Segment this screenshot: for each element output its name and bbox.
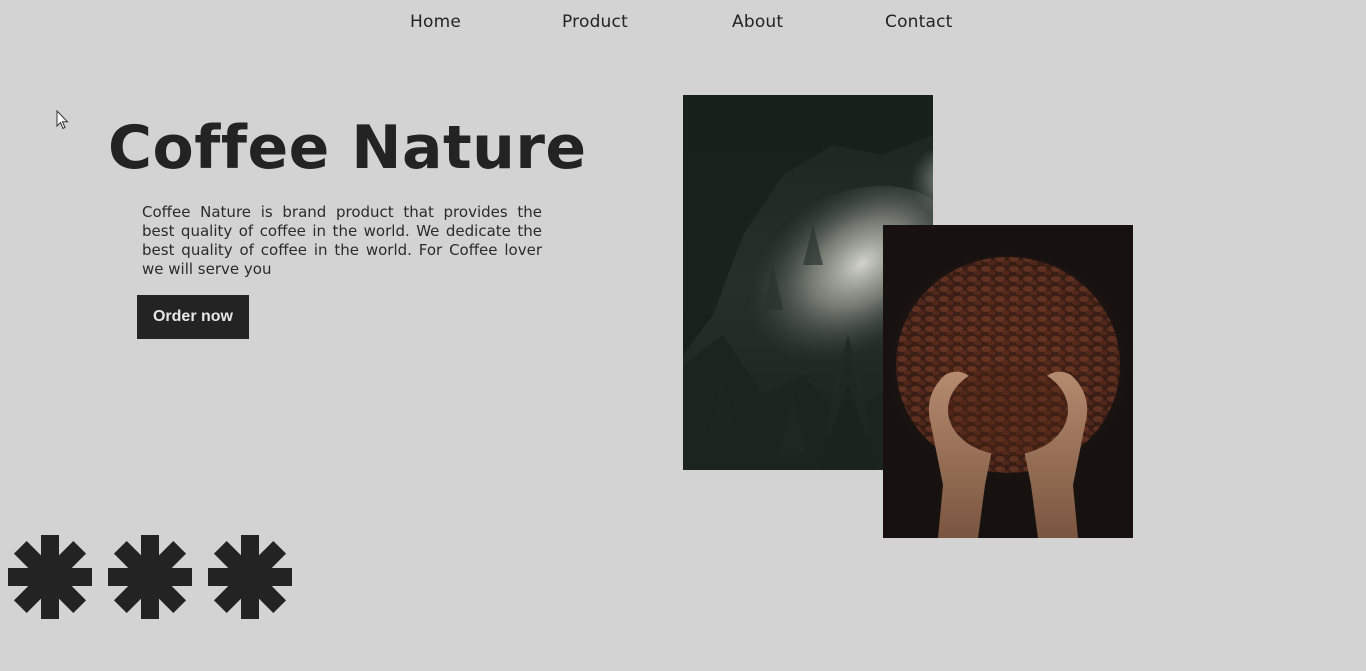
asterisk-icon xyxy=(208,535,292,619)
nav-contact-link[interactable]: Contact xyxy=(885,12,953,32)
hero-title: Coffee Nature xyxy=(108,113,587,183)
top-navigation: Home Product About Contact xyxy=(0,0,1366,46)
coffee-beans-image xyxy=(883,225,1133,538)
mouse-cursor-icon xyxy=(56,110,69,130)
order-now-button[interactable]: Order now xyxy=(137,295,249,339)
hero-description: Coffee Nature is brand product that prov… xyxy=(142,203,542,278)
nav-product-link[interactable]: Product xyxy=(562,12,628,32)
coffee-beans-in-hands-photo xyxy=(883,225,1133,538)
nav-about-link[interactable]: About xyxy=(732,12,783,32)
asterisk-decoration xyxy=(8,535,298,619)
asterisk-icon xyxy=(108,535,192,619)
asterisk-icon xyxy=(8,535,92,619)
landing-page: Home Product About Contact Coffee Nature… xyxy=(0,0,1366,671)
nav-home-link[interactable]: Home xyxy=(410,12,461,32)
